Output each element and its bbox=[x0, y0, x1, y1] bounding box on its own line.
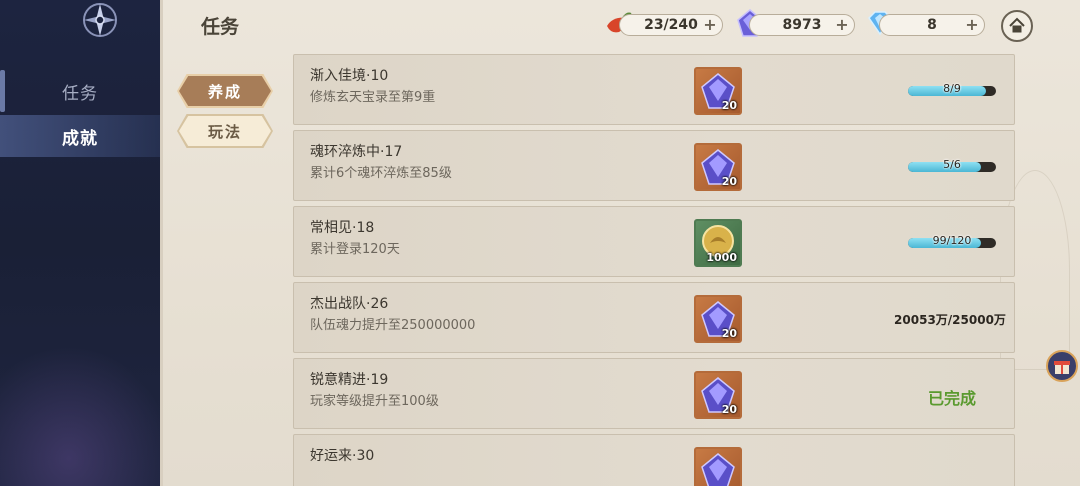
page-title: 任务 bbox=[201, 16, 240, 38]
task-description: 修炼玄天宝录至第9重 bbox=[310, 90, 436, 105]
task-row[interactable]: 杰出战队·26 队伍魂力提升至250000000 20 20053万/25000… bbox=[293, 282, 1015, 353]
reward-count: 1000 bbox=[706, 251, 737, 264]
tab-gameplay[interactable]: 玩法 bbox=[179, 116, 271, 146]
add-stamina-button[interactable]: + bbox=[702, 17, 718, 33]
progress-text: 8/9 bbox=[943, 82, 961, 95]
task-title: 常相见·18 bbox=[310, 220, 375, 236]
reward-count: 20 bbox=[721, 403, 737, 416]
task-title: 渐入佳境·10 bbox=[310, 68, 389, 84]
home-icon bbox=[1009, 17, 1025, 33]
stamina-counter: 23/240 + bbox=[619, 14, 723, 36]
reward-item[interactable]: 1000 bbox=[694, 219, 742, 267]
task-title: 杰出战队·26 bbox=[310, 296, 389, 312]
sidebar-item-tasks[interactable]: 任务 bbox=[0, 70, 160, 112]
task-description: 累计登录120天 bbox=[310, 242, 400, 257]
task-title: 魂环淬炼中·17 bbox=[310, 144, 403, 160]
compass-emblem-icon bbox=[72, 0, 128, 52]
task-row[interactable]: 渐入佳境·10 修炼玄天宝录至第9重 20 8/9 bbox=[293, 54, 1015, 125]
crystal-value: 8973 bbox=[782, 17, 822, 33]
progress-text: 5/6 bbox=[943, 158, 961, 171]
reward-item[interactable]: 20 bbox=[694, 295, 742, 343]
progress-text: 99/120 bbox=[932, 234, 972, 247]
reward-item[interactable]: 20 bbox=[694, 371, 742, 419]
progress-bar: 5/6 bbox=[908, 158, 996, 172]
completed-status: 已完成 bbox=[927, 389, 976, 408]
reward-item[interactable]: 20 bbox=[694, 143, 742, 191]
home-button[interactable] bbox=[1001, 10, 1033, 42]
tab-label: 养成 bbox=[207, 82, 242, 101]
progress-bar: 99/120 bbox=[908, 234, 996, 248]
sidebar-item-label: 成就 bbox=[62, 128, 98, 149]
tab-label: 玩法 bbox=[207, 122, 242, 141]
stamina-value: 23/240 bbox=[644, 17, 698, 33]
tab-cultivation[interactable]: 养成 bbox=[179, 76, 271, 106]
diamond-value: 8 bbox=[927, 17, 937, 33]
reward-item[interactable]: 20 bbox=[694, 67, 742, 115]
add-diamond-button[interactable]: + bbox=[964, 17, 980, 33]
task-row[interactable]: 常相见·18 累计登录120天 1000 99/120 bbox=[293, 206, 1015, 277]
diamond-counter: 8 + bbox=[879, 14, 985, 36]
sidebar-item-label: 任务 bbox=[62, 83, 98, 104]
crystal-counter: 8973 + bbox=[749, 14, 855, 36]
left-sidebar: 任务 成就 bbox=[0, 0, 172, 486]
event-float-button[interactable] bbox=[1046, 350, 1078, 382]
sidebar-item-achievements[interactable]: 成就 bbox=[0, 115, 160, 157]
reward-count: 20 bbox=[721, 327, 737, 340]
purple-crystal-icon bbox=[701, 453, 735, 486]
task-row[interactable]: 好运来·30 bbox=[293, 434, 1015, 486]
reward-item[interactable] bbox=[694, 447, 742, 486]
progress-bar: 8/9 bbox=[908, 82, 996, 96]
progress-text: 20053万/25000万 bbox=[894, 313, 1006, 327]
reward-count: 20 bbox=[721, 175, 737, 188]
task-description: 玩家等级提升至100级 bbox=[310, 394, 439, 409]
task-title: 好运来·30 bbox=[310, 448, 375, 464]
reward-count: 20 bbox=[721, 99, 737, 112]
task-description: 队伍魂力提升至250000000 bbox=[310, 318, 476, 333]
task-list[interactable]: 渐入佳境·10 修炼玄天宝录至第9重 20 8/9 魂环淬炼中·17 累计6个魂… bbox=[293, 54, 1017, 486]
task-row[interactable]: 魂环淬炼中·17 累计6个魂环淬炼至85级 20 5/6 bbox=[293, 130, 1015, 201]
task-title: 锐意精进·19 bbox=[310, 372, 389, 388]
add-crystal-button[interactable]: + bbox=[834, 17, 850, 33]
task-row[interactable]: 锐意精进·19 玩家等级提升至100级 20 已完成 bbox=[293, 358, 1015, 429]
main-panel: 任务 23/240 + 8973 + 8 + 养成 玩法 渐入佳境·10 修炼玄… bbox=[160, 0, 1080, 486]
gift-icon bbox=[1054, 361, 1070, 374]
task-description: 累计6个魂环淬炼至85级 bbox=[310, 166, 452, 181]
